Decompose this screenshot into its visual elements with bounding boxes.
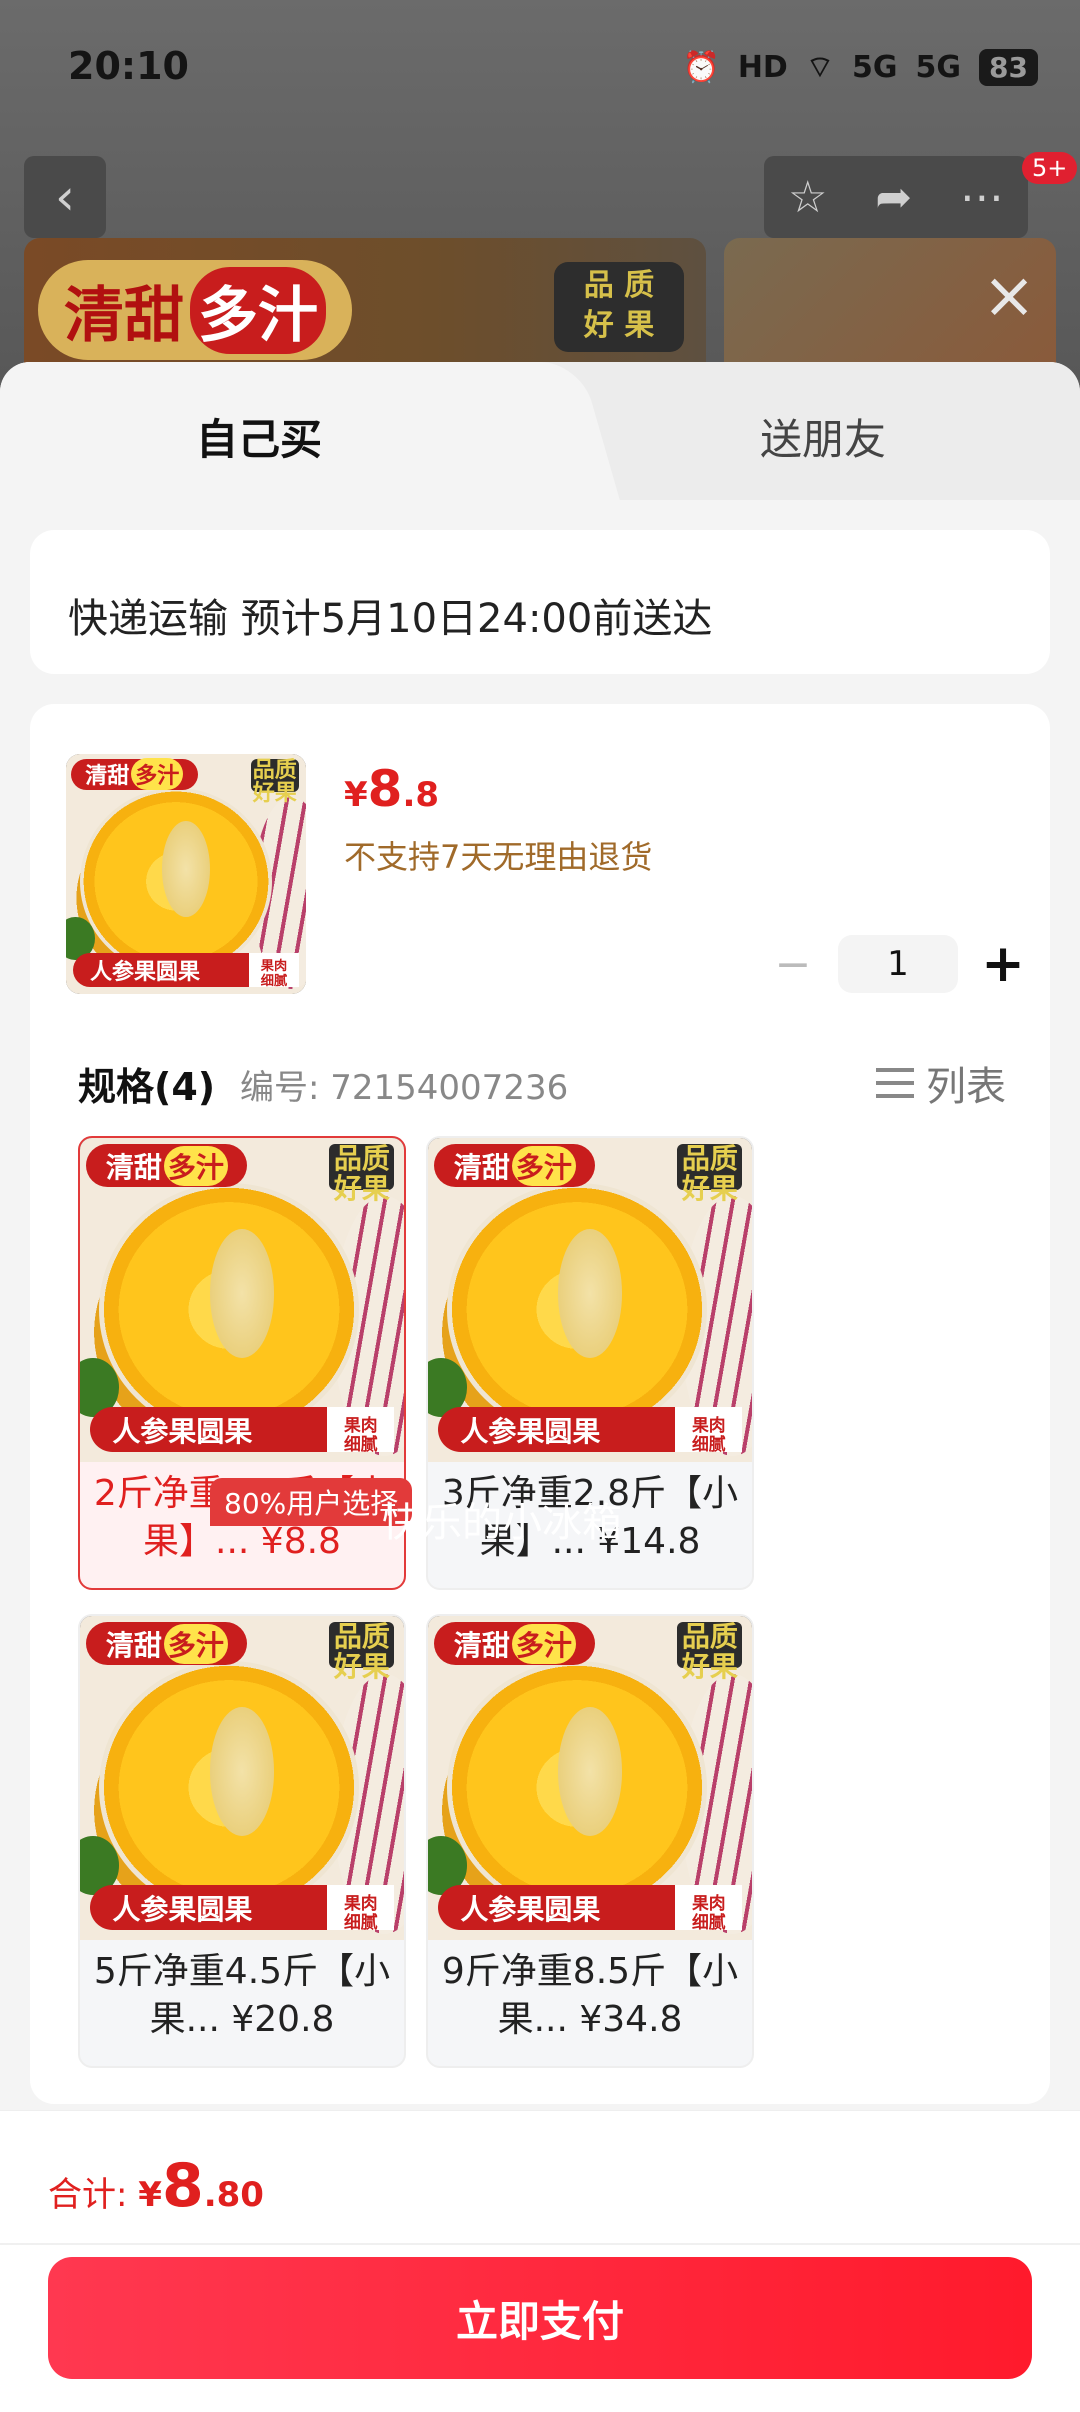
- spec-option-label: 9斤净重8.5斤【小 果... ¥34.8: [441, 1951, 739, 2040]
- tab-buy-self-label: 自己买: [196, 415, 323, 464]
- pay-now-button[interactable]: 立即支付: [48, 2257, 1032, 2379]
- star-icon[interactable]: ☆: [788, 172, 827, 223]
- share-icon[interactable]: ➦: [875, 172, 912, 223]
- tab-buy-self[interactable]: 自己买: [0, 362, 540, 500]
- chevron-left-icon: ‹: [55, 168, 75, 226]
- status-bar: 20:10 ⏰ HD ⌔ 5G 5G 83: [0, 0, 1080, 140]
- close-icon[interactable]: ×: [976, 264, 1042, 332]
- list-view-label: 列表: [926, 1064, 1006, 1110]
- signal-5g-icon-2: 5G: [915, 49, 962, 85]
- shipping-text: 快递运输 预计5月10日24:00前送达: [68, 596, 713, 642]
- quantity-stepper: − 1 +: [770, 934, 1026, 994]
- divider: [0, 2243, 1080, 2245]
- spec-option[interactable]: 清甜 多汁 品质 好果 人参果圆果 果肉 细腻 5斤净重4.5斤【小 果... ¥20.8: [78, 1614, 406, 2068]
- tab-send-friend-label: 送朋友: [760, 415, 887, 464]
- status-icons: ⏰ HD ⌔ 5G 5G 83: [682, 48, 1038, 86]
- product-thumbnail: 清甜 多汁 品质 好果 人参果圆果 果肉 细腻: [66, 754, 306, 994]
- back-button[interactable]: ‹: [24, 156, 106, 238]
- top-actions: ☆ ➦ ⋯: [764, 156, 1028, 238]
- product-banner-image: 清甜 多汁 品 质 好 果: [24, 238, 706, 378]
- spec-option[interactable]: 清甜 多汁 品质 好果 人参果圆果 果肉 细腻 9斤净重8.5斤【小 果... ¥34.8: [426, 1614, 754, 2068]
- spec-code: 编号: 72154007236: [240, 1068, 569, 1108]
- wifi-icon: ⌔: [805, 50, 835, 85]
- more-icon[interactable]: ⋯: [960, 172, 1004, 223]
- notification-badge: 5+: [1022, 152, 1078, 184]
- quantity-value[interactable]: 1: [838, 935, 958, 993]
- banner-quality-badge: 品 质 好 果: [554, 262, 684, 352]
- spec-option-label: 5斤净重4.5斤【小 果... ¥20.8: [93, 1951, 391, 2040]
- product-price: ¥8.8: [344, 760, 440, 818]
- plus-icon[interactable]: +: [980, 934, 1026, 994]
- purchase-sheet: 送朋友 自己买 快递运输 预计5月10日24:00前送达 清甜 多汁 品质 好果 人…: [0, 362, 1080, 2412]
- return-policy: 不支持7天无理由退货: [344, 838, 653, 876]
- checkout-bar: 合计: ¥8.80 立即支付: [0, 2110, 1080, 2412]
- watermark-text: 快乐的小冰箱: [382, 1500, 622, 1546]
- banner-tag: 清甜 多汁: [38, 260, 352, 360]
- list-view-toggle[interactable]: 列表: [876, 1054, 1006, 1112]
- status-time: 20:10: [68, 44, 189, 88]
- shipping-card[interactable]: 快递运输 预计5月10日24:00前送达: [30, 530, 1050, 674]
- signal-5g-icon: 5G: [852, 49, 898, 85]
- alarm-icon: ⏰: [682, 49, 720, 85]
- purchase-tabs: 送朋友 自己买: [0, 362, 1080, 500]
- list-icon: [876, 1064, 914, 1102]
- total-price: 合计: ¥8.80: [48, 2151, 264, 2221]
- battery-icon: 83: [979, 48, 1038, 86]
- hd-icon: HD: [737, 49, 788, 85]
- minus-icon[interactable]: −: [770, 939, 816, 990]
- spec-title: 规格(4): [78, 1065, 216, 1109]
